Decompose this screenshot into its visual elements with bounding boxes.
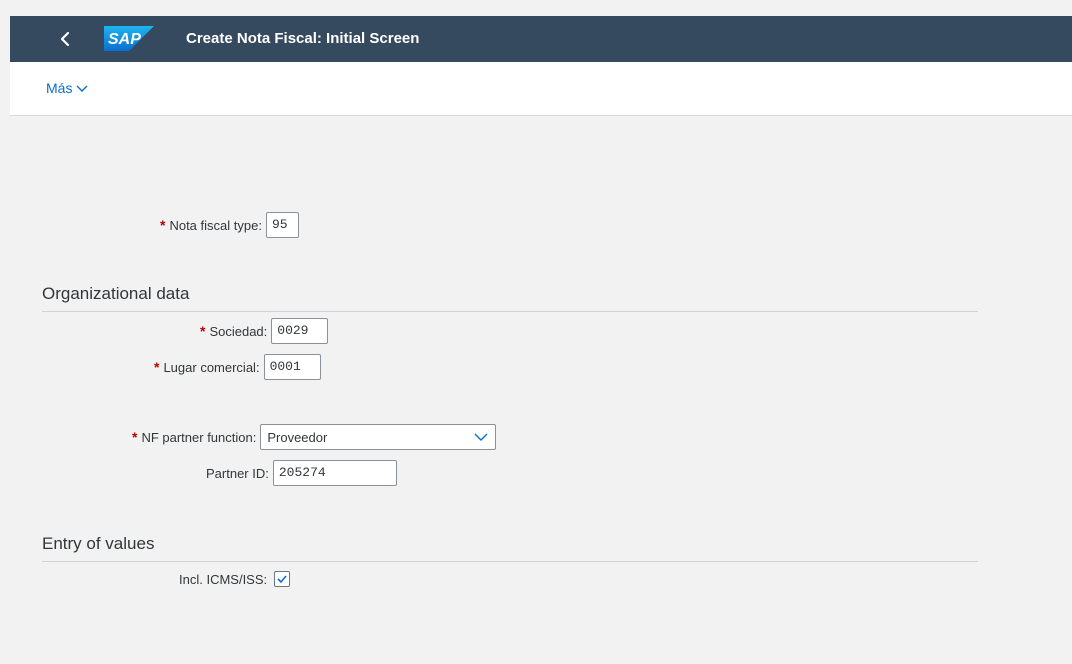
required-marker: * — [154, 359, 160, 375]
nf-type-input[interactable]: 95 — [265, 212, 299, 238]
toolbar: Más — [10, 62, 1072, 116]
company-label: Sociedad: — [209, 323, 268, 339]
section-divider — [42, 311, 978, 312]
nf-type-row: * Nota fiscal type: 95 — [160, 212, 299, 238]
form-content: * Nota fiscal type: 95 Organizational da… — [10, 116, 1072, 664]
incl-icms-label: Incl. ICMS/ISS: — [179, 571, 268, 587]
chevron-left-icon — [60, 31, 70, 47]
partner-id-row: Partner ID: 205274 — [206, 460, 397, 486]
page-title: Create Nota Fiscal: Initial Screen — [186, 30, 420, 47]
section-title-entry-of-values: Entry of values — [42, 534, 155, 553]
sap-logo: SAP — [104, 26, 154, 51]
business-place-label: Lugar comercial: — [163, 359, 260, 375]
partner-function-label: NF partner function: — [141, 429, 257, 445]
chevron-down-icon — [76, 85, 88, 92]
required-marker: * — [200, 323, 206, 339]
partner-function-select[interactable]: Proveedor — [260, 424, 497, 450]
business-place-row: * Lugar comercial: 0001 — [154, 354, 321, 380]
chevron-down-icon[interactable] — [473, 432, 489, 442]
partner-id-input[interactable]: 205274 — [272, 460, 397, 486]
required-marker: * — [132, 429, 138, 445]
company-row: * Sociedad: 0029 — [200, 318, 329, 344]
more-label: Más — [46, 80, 73, 96]
incl-icms-checkbox[interactable] — [274, 571, 291, 587]
company-input[interactable]: 0029 — [271, 318, 329, 344]
section-title-organizational: Organizational data — [42, 284, 190, 303]
more-button[interactable]: Más — [46, 80, 89, 96]
checkmark-icon — [277, 575, 287, 584]
required-marker: * — [160, 217, 166, 233]
incl-icms-row: Incl. ICMS/ISS: — [179, 571, 291, 587]
nf-type-label: Nota fiscal type: — [169, 217, 262, 233]
shell-bar: SAP Create Nota Fiscal: Initial Screen — [10, 16, 1072, 62]
back-button[interactable] — [50, 24, 80, 54]
partner-id-label: Partner ID: — [206, 465, 269, 481]
business-place-input[interactable]: 0001 — [263, 354, 321, 380]
svg-text:SAP: SAP — [108, 31, 141, 48]
partner-function-row: * NF partner function: Proveedor — [132, 424, 497, 450]
section-divider — [42, 561, 978, 562]
partner-function-value: Proveedor — [267, 429, 328, 445]
